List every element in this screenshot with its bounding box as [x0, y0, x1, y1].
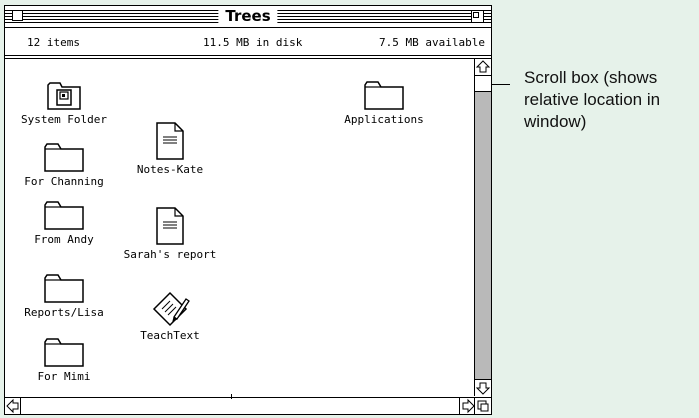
info-bar: 12 items 11.5 MB in disk 7.5 MB availabl…	[5, 28, 491, 59]
title-bar[interactable]: Trees	[5, 6, 491, 28]
icon-notes-kate[interactable]: Notes-Kate	[127, 121, 213, 176]
system-folder-icon	[47, 82, 81, 110]
icon-label: For Channing	[24, 175, 104, 188]
scroll-left-arrow[interactable]	[5, 398, 21, 414]
icon-for-mimi[interactable]: For Mimi	[19, 336, 109, 383]
disk-usage: 11.5 MB in disk	[203, 36, 303, 49]
folder-icon	[44, 201, 84, 230]
size-box[interactable]	[474, 397, 491, 414]
icon-sarahs-report[interactable]: Sarah's report	[123, 206, 217, 261]
document-icon	[156, 122, 184, 160]
item-count: 12 items	[27, 36, 80, 49]
callout-line	[492, 84, 510, 85]
scroll-box[interactable]	[475, 76, 491, 92]
document-icon	[156, 207, 184, 245]
teachtext-app-icon	[152, 291, 190, 327]
scroll-down-arrow[interactable]	[475, 379, 491, 396]
finder-window: Trees 12 items 11.5 MB in disk 7.5 MB av…	[4, 5, 492, 415]
disk-available: 7.5 MB available	[379, 36, 485, 49]
icon-label: Reports/Lisa	[24, 306, 104, 319]
resize-icon	[477, 400, 489, 412]
arrow-up-icon	[475, 60, 491, 73]
folder-icon	[44, 143, 84, 172]
icon-system-folder[interactable]: System Folder	[19, 79, 109, 126]
window-content: System Folder For Channing From Andy Rep…	[5, 59, 475, 383]
arrow-left-icon	[6, 398, 19, 414]
scroll-box-callout: Scroll box (shows relative location in w…	[524, 68, 661, 131]
icon-from-andy[interactable]: From Andy	[19, 199, 109, 246]
close-box[interactable]	[12, 10, 23, 21]
window-title: Trees	[218, 7, 278, 25]
vertical-scrollbar[interactable]	[474, 59, 491, 396]
zoom-box[interactable]	[471, 10, 484, 23]
folder-icon	[364, 81, 404, 110]
folder-icon	[44, 274, 84, 303]
icon-label: Applications	[344, 113, 424, 126]
icon-for-channing[interactable]: For Channing	[19, 141, 109, 188]
icon-label: TeachText	[140, 329, 200, 342]
scroll-up-arrow[interactable]	[475, 59, 491, 76]
icon-applications[interactable]: Applications	[341, 79, 427, 126]
icon-label: Notes-Kate	[136, 163, 204, 176]
icon-label: Sarah's report	[123, 248, 217, 261]
icon-label: From Andy	[34, 233, 94, 246]
icon-label: System Folder	[20, 113, 108, 126]
arrow-down-icon	[475, 382, 491, 395]
scroll-right-arrow[interactable]	[459, 398, 475, 414]
horizontal-scrollbar[interactable]	[5, 394, 475, 414]
icon-label: For Mimi	[37, 370, 91, 383]
icon-teachtext[interactable]: TeachText	[127, 289, 213, 342]
folder-icon	[44, 338, 84, 367]
icon-reports-lisa[interactable]: Reports/Lisa	[19, 272, 109, 319]
